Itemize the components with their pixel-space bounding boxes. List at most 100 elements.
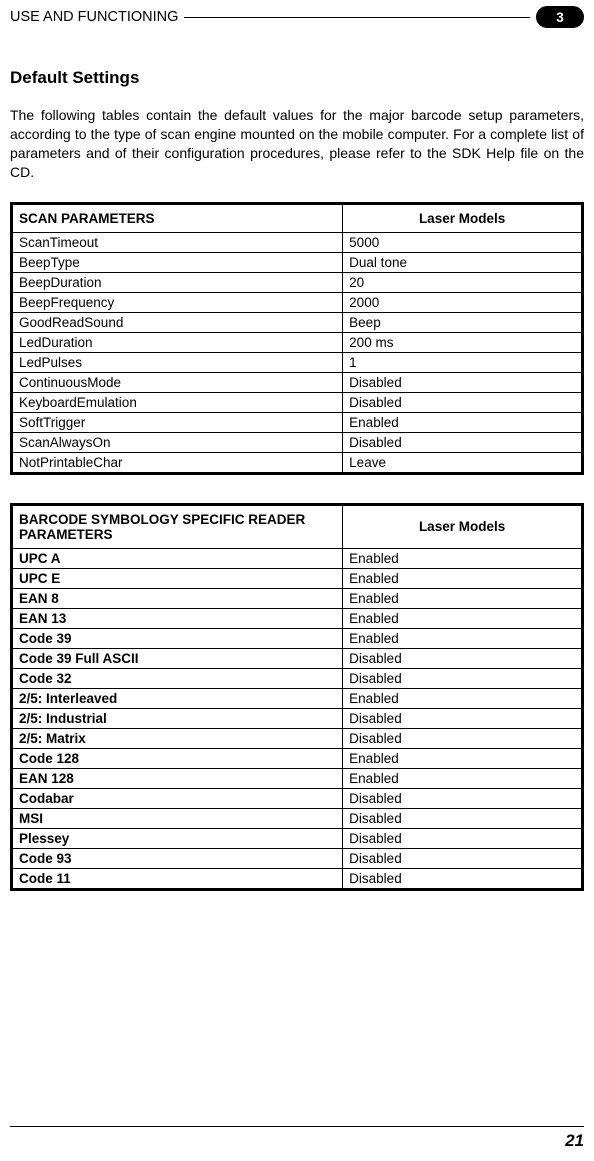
table-row: PlesseyDisabled <box>12 828 583 848</box>
table-row: BeepTypeDual tone <box>12 252 583 272</box>
table-row: GoodReadSoundBeep <box>12 312 583 332</box>
table-row: CodabarDisabled <box>12 788 583 808</box>
symbology-value: Disabled <box>343 788 583 808</box>
symbology-name: Code 32 <box>12 668 343 688</box>
symbology-value: Enabled <box>343 588 583 608</box>
symbology-value: Disabled <box>343 808 583 828</box>
param-name: NotPrintableChar <box>12 452 343 473</box>
symbology-value: Disabled <box>343 728 583 748</box>
section-title: Default Settings <box>10 68 584 88</box>
param-name: ContinuousMode <box>12 372 343 392</box>
table-row: EAN 8Enabled <box>12 588 583 608</box>
header-rule <box>184 17 530 18</box>
table-row: BeepFrequency2000 <box>12 292 583 312</box>
symbology-name: Codabar <box>12 788 343 808</box>
param-name: ScanTimeout <box>12 232 343 252</box>
intro-paragraph: The following tables contain the default… <box>10 106 584 182</box>
symbology-value: Enabled <box>343 608 583 628</box>
symbology-name: 2/5: Industrial <box>12 708 343 728</box>
symbology-value: Enabled <box>343 768 583 788</box>
chapter-badge: 3 <box>536 6 584 28</box>
page-number: 21 <box>10 1131 584 1151</box>
param-value: Enabled <box>343 412 583 432</box>
symbology-name: EAN 8 <box>12 588 343 608</box>
param-value: 1 <box>343 352 583 372</box>
symbology-name: Code 39 Full ASCII <box>12 648 343 668</box>
table-row: Code 32Disabled <box>12 668 583 688</box>
footer-rule <box>10 1126 584 1127</box>
running-title: USE AND FUNCTIONING <box>10 9 184 25</box>
symbology-value: Enabled <box>343 568 583 588</box>
param-name: SoftTrigger <box>12 412 343 432</box>
table-row: EAN 128Enabled <box>12 768 583 788</box>
param-name: BeepDuration <box>12 272 343 292</box>
param-value: 20 <box>343 272 583 292</box>
symbology-name: MSI <box>12 808 343 828</box>
param-name: GoodReadSound <box>12 312 343 332</box>
table-row: ContinuousModeDisabled <box>12 372 583 392</box>
table-row: Code 93Disabled <box>12 848 583 868</box>
symbology-value: Enabled <box>343 628 583 648</box>
param-value: 200 ms <box>343 332 583 352</box>
symbology-name: UPC A <box>12 548 343 568</box>
param-name: ScanAlwaysOn <box>12 432 343 452</box>
table-row: 2/5: MatrixDisabled <box>12 728 583 748</box>
param-name: BeepFrequency <box>12 292 343 312</box>
param-value: 2000 <box>343 292 583 312</box>
symbology-parameters-table: BARCODE SYMBOLOGY SPECIFIC READER PARAME… <box>10 503 584 891</box>
table-row: Code 128Enabled <box>12 748 583 768</box>
param-value: Leave <box>343 452 583 473</box>
page-header: USE AND FUNCTIONING 3 <box>10 6 584 28</box>
param-value: 5000 <box>343 232 583 252</box>
symbology-value: Disabled <box>343 648 583 668</box>
table1-header-left: SCAN PARAMETERS <box>12 203 343 232</box>
table-row: Code 39 Full ASCIIDisabled <box>12 648 583 668</box>
table-row: MSIDisabled <box>12 808 583 828</box>
table-row: 2/5: IndustrialDisabled <box>12 708 583 728</box>
param-name: BeepType <box>12 252 343 272</box>
symbology-value: Enabled <box>343 688 583 708</box>
table-row: ScanAlwaysOnDisabled <box>12 432 583 452</box>
table-row: Code 39Enabled <box>12 628 583 648</box>
param-value: Beep <box>343 312 583 332</box>
table-row: SoftTriggerEnabled <box>12 412 583 432</box>
symbology-value: Disabled <box>343 868 583 889</box>
param-name: LedPulses <box>12 352 343 372</box>
symbology-value: Disabled <box>343 668 583 688</box>
table-row: KeyboardEmulationDisabled <box>12 392 583 412</box>
symbology-name: Code 128 <box>12 748 343 768</box>
param-name: KeyboardEmulation <box>12 392 343 412</box>
symbology-value: Disabled <box>343 828 583 848</box>
table-row: ScanTimeout5000 <box>12 232 583 252</box>
table-row: UPC EEnabled <box>12 568 583 588</box>
table-row: LedDuration200 ms <box>12 332 583 352</box>
page-footer: 21 <box>10 1126 584 1151</box>
symbology-name: EAN 13 <box>12 608 343 628</box>
table-row: 2/5: InterleavedEnabled <box>12 688 583 708</box>
table-row: NotPrintableCharLeave <box>12 452 583 473</box>
symbology-value: Enabled <box>343 748 583 768</box>
table2-header-left: BARCODE SYMBOLOGY SPECIFIC READER PARAME… <box>12 504 343 548</box>
symbology-name: Code 11 <box>12 868 343 889</box>
param-value: Disabled <box>343 392 583 412</box>
symbology-name: Plessey <box>12 828 343 848</box>
table-row: LedPulses1 <box>12 352 583 372</box>
symbology-name: 2/5: Interleaved <box>12 688 343 708</box>
table1-header-right: Laser Models <box>343 203 583 232</box>
symbology-value: Disabled <box>343 708 583 728</box>
param-value: Dual tone <box>343 252 583 272</box>
symbology-name: Code 93 <box>12 848 343 868</box>
symbology-value: Disabled <box>343 848 583 868</box>
param-value: Disabled <box>343 432 583 452</box>
symbology-value: Enabled <box>343 548 583 568</box>
table-row: BeepDuration20 <box>12 272 583 292</box>
table-row: Code 11Disabled <box>12 868 583 889</box>
scan-parameters-table: SCAN PARAMETERS Laser Models ScanTimeout… <box>10 202 584 475</box>
param-name: LedDuration <box>12 332 343 352</box>
table-row: EAN 13Enabled <box>12 608 583 628</box>
table2-header-right: Laser Models <box>343 504 583 548</box>
symbology-name: EAN 128 <box>12 768 343 788</box>
param-value: Disabled <box>343 372 583 392</box>
symbology-name: Code 39 <box>12 628 343 648</box>
table-row: UPC AEnabled <box>12 548 583 568</box>
